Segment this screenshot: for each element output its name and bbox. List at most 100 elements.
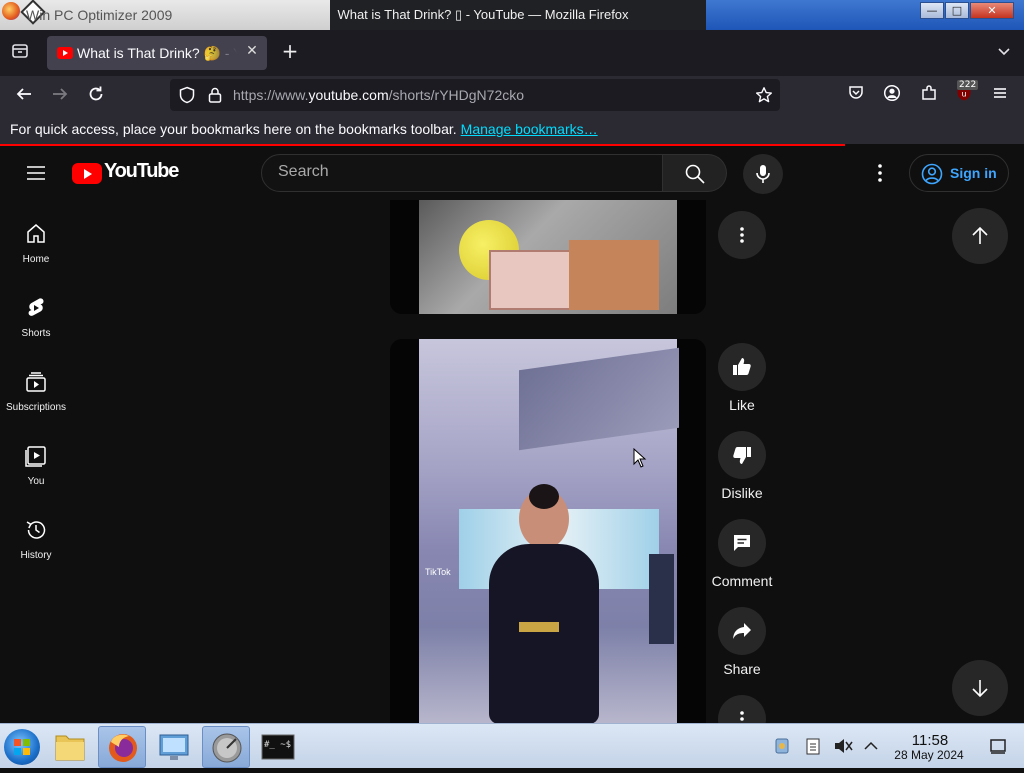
sign-in-label: Sign in bbox=[950, 165, 997, 181]
short-video-previous[interactable] bbox=[390, 200, 706, 314]
video-watermark: TikTok bbox=[425, 567, 451, 577]
hamburger-menu-icon[interactable] bbox=[988, 84, 1012, 108]
monitor-settings-icon bbox=[159, 734, 189, 760]
comment-button[interactable]: Comment bbox=[712, 519, 772, 589]
minimize-button[interactable]: — bbox=[920, 2, 944, 19]
browser-tab[interactable]: What is That Drink? 🤔 - YouTube ✕ bbox=[47, 36, 267, 70]
windows-logo-icon bbox=[14, 739, 30, 755]
you-icon bbox=[25, 446, 46, 467]
settings-more-icon[interactable] bbox=[868, 161, 892, 185]
next-short-button[interactable] bbox=[952, 660, 1008, 716]
start-menu-button[interactable] bbox=[4, 729, 40, 765]
show-desktop-icon[interactable] bbox=[988, 736, 1008, 756]
taskbar-terminal[interactable]: #_ ~$ bbox=[254, 726, 302, 768]
url-bar[interactable]: https://www.youtube.com/shorts/rYHDgN72c… bbox=[170, 79, 780, 111]
short-video-current[interactable]: TikTok bbox=[390, 339, 706, 723]
chevron-down-icon[interactable] bbox=[994, 43, 1014, 63]
sidebar-item-subscriptions[interactable]: Subscriptions bbox=[0, 370, 72, 444]
lock-icon[interactable] bbox=[206, 86, 224, 104]
url-prefix: https://www. bbox=[233, 87, 309, 103]
os-titlebar: Win PC Optimizer 2009 What is That Drink… bbox=[0, 0, 1024, 30]
youtube-header: YouTube Search Sign in bbox=[0, 146, 1024, 200]
navigation-toolbar: https://www.youtube.com/shorts/rYHDgN72c… bbox=[0, 76, 1024, 116]
sidebar-item-label: History bbox=[20, 550, 52, 561]
close-button[interactable]: ✕ bbox=[970, 2, 1014, 19]
ceiling-panel bbox=[519, 347, 679, 451]
taskbar-disk-utility[interactable] bbox=[202, 726, 250, 768]
voice-search-button[interactable] bbox=[743, 154, 783, 194]
forward-arrow-icon[interactable] bbox=[48, 84, 72, 108]
tab-close-icon[interactable]: ✕ bbox=[243, 43, 261, 61]
back-arrow-icon[interactable] bbox=[12, 84, 36, 108]
taskbar-file-manager[interactable] bbox=[46, 726, 94, 768]
youtube-logo-icon[interactable] bbox=[72, 163, 102, 184]
sidebar-item-label: Subscriptions bbox=[5, 402, 67, 413]
video-frame: TikTok bbox=[419, 339, 679, 723]
reload-icon[interactable] bbox=[84, 84, 108, 108]
video-frame bbox=[419, 200, 677, 314]
volume-muted-icon[interactable] bbox=[833, 736, 853, 756]
manage-bookmarks-link[interactable]: Manage bookmarks… bbox=[461, 121, 598, 137]
clipboard-tray-icon[interactable] bbox=[803, 736, 823, 756]
like-button[interactable]: Like bbox=[718, 343, 766, 413]
more-actions-button[interactable] bbox=[718, 211, 766, 259]
bookmarks-message: For quick access, place your bookmarks h… bbox=[10, 121, 598, 137]
url-domain: youtube.com bbox=[308, 87, 389, 103]
bookmarks-toolbar: For quick access, place your bookmarks h… bbox=[0, 116, 1024, 144]
guide-menu-icon[interactable] bbox=[24, 161, 48, 185]
sidebar-item-history[interactable]: History bbox=[0, 518, 72, 592]
search-input[interactable]: Search bbox=[261, 154, 663, 192]
subscriptions-icon bbox=[26, 372, 46, 392]
shorts-icon bbox=[28, 298, 44, 316]
window-controls: — □ ✕ bbox=[920, 2, 1014, 20]
maximize-button[interactable]: □ bbox=[945, 2, 969, 19]
home-icon bbox=[27, 224, 45, 243]
person-hair bbox=[529, 484, 559, 509]
more-actions-button[interactable] bbox=[718, 695, 766, 723]
mouse-cursor-icon bbox=[633, 448, 647, 468]
window-title: What is That Drink? ▯ - YouTube — Mozill… bbox=[337, 7, 629, 22]
disk-icon bbox=[212, 733, 242, 763]
extension-badge: 222 bbox=[957, 80, 979, 90]
background-person bbox=[649, 554, 674, 644]
clock-date[interactable]: 28 May 2024 bbox=[880, 748, 978, 762]
thumbs-up-icon bbox=[733, 358, 751, 375]
sidebar-item-label: You bbox=[27, 476, 45, 487]
extensions-icon[interactable] bbox=[917, 84, 941, 108]
tab-bar: What is That Drink? 🤔 - YouTube ✕ + bbox=[0, 30, 1024, 76]
firefox-icon bbox=[109, 734, 137, 762]
bookmark-star-icon[interactable] bbox=[755, 86, 773, 104]
comment-label: Comment bbox=[711, 573, 773, 589]
arrow-up-icon bbox=[972, 226, 988, 244]
terminal-label: #_ ~$ bbox=[264, 740, 292, 750]
tracking-shield-icon[interactable] bbox=[178, 86, 196, 104]
sidebar-item-shorts[interactable]: Shorts bbox=[0, 296, 72, 370]
search-button[interactable] bbox=[663, 154, 727, 192]
microphone-icon bbox=[756, 165, 770, 183]
video-object bbox=[569, 240, 659, 310]
comment-icon bbox=[734, 535, 750, 551]
sign-in-button[interactable]: Sign in bbox=[909, 154, 1009, 192]
os-taskbar: #_ ~$ 11:58 28 May 2024 bbox=[0, 723, 1024, 768]
network-tray-icon[interactable] bbox=[772, 736, 792, 756]
youtube-favicon-icon bbox=[57, 47, 73, 59]
sidebar-item-you[interactable]: You bbox=[0, 444, 72, 518]
new-tab-button[interactable]: + bbox=[279, 41, 301, 63]
pocket-icon[interactable] bbox=[844, 84, 868, 108]
url-text[interactable]: https://www.youtube.com/shorts/rYHDgN72c… bbox=[233, 87, 524, 103]
share-button[interactable]: Share bbox=[718, 607, 766, 677]
thumbs-down-icon bbox=[733, 447, 751, 464]
chevron-up-icon[interactable] bbox=[861, 736, 881, 756]
dislike-button[interactable]: Dislike bbox=[718, 431, 766, 501]
folder-icon bbox=[55, 735, 85, 761]
previous-short-button[interactable] bbox=[952, 208, 1008, 264]
taskbar-system-settings[interactable] bbox=[150, 726, 198, 768]
tab-list-icon[interactable] bbox=[9, 42, 31, 64]
youtube-logo-text[interactable]: YouTube bbox=[104, 160, 179, 183]
taskbar-firefox[interactable] bbox=[98, 726, 146, 768]
person-belt bbox=[519, 622, 559, 632]
share-label: Share bbox=[723, 661, 761, 677]
sidebar-item-home[interactable]: Home bbox=[0, 222, 72, 296]
account-icon[interactable] bbox=[880, 84, 904, 108]
clock-time[interactable]: 11:58 bbox=[890, 732, 970, 749]
